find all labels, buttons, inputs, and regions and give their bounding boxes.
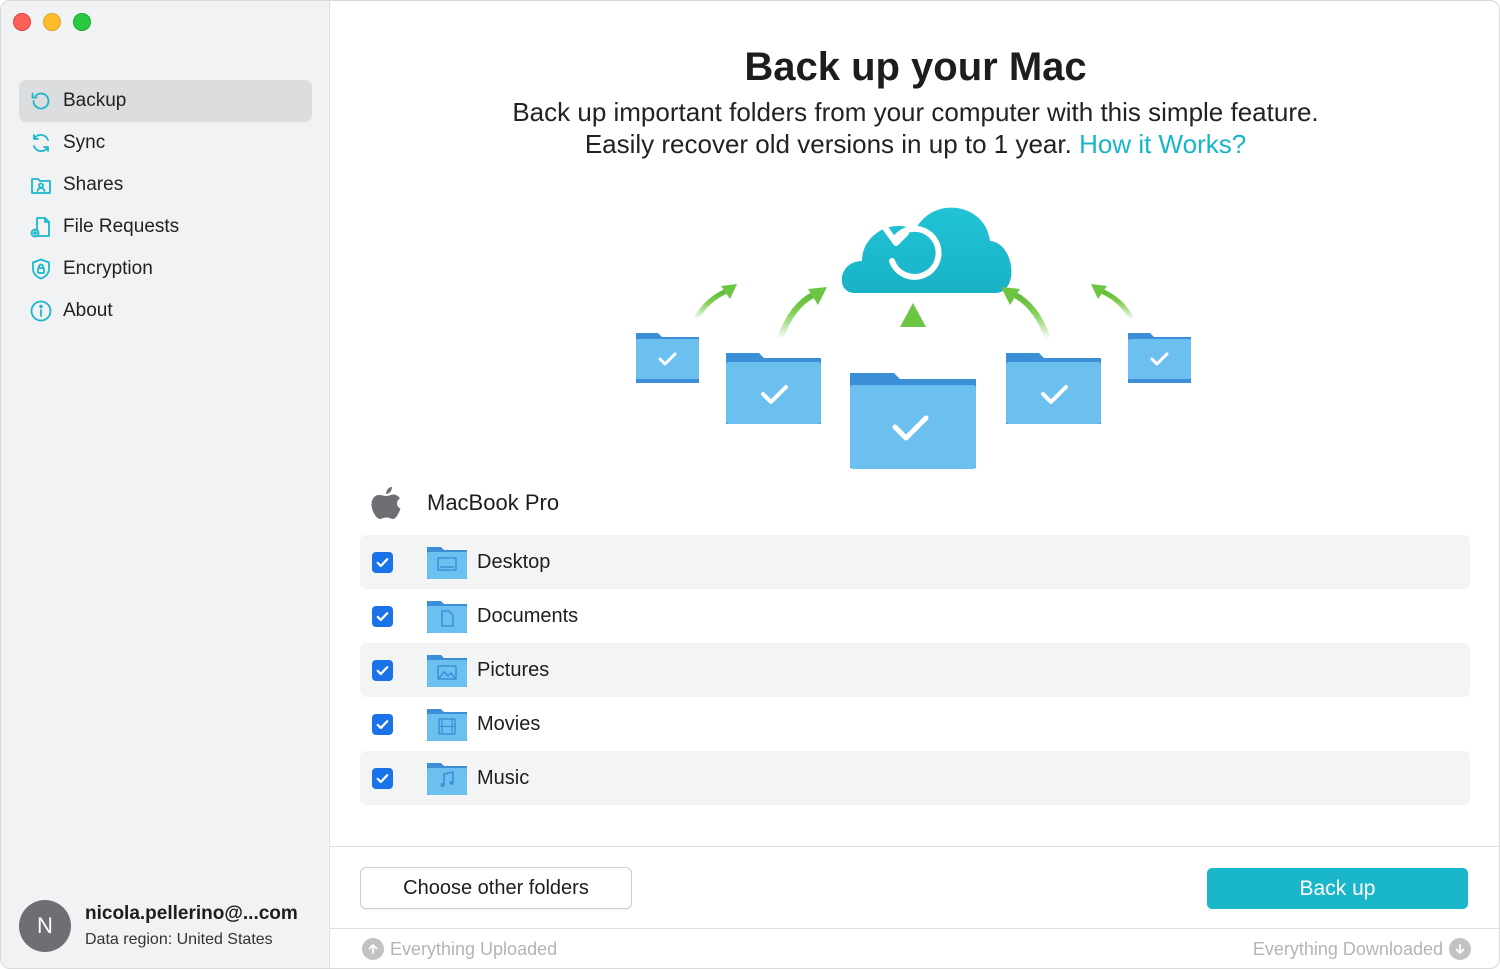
desktop-checkbox[interactable] — [372, 551, 393, 573]
folder-row-documents[interactable]: Documents — [360, 589, 1470, 643]
folder-list: Desktop Documents Pictures Movies Music — [360, 535, 1470, 805]
folder-label: Movies — [477, 712, 541, 735]
sidebar-item-backup[interactable]: Backup — [19, 80, 312, 122]
account-panel[interactable]: N nicola.pellerino@...com Data region: U… — [19, 900, 298, 952]
zoom-window-button[interactable] — [73, 13, 91, 31]
folder-illustration-small-left — [636, 333, 699, 383]
movies-folder-icon — [427, 709, 467, 741]
device-header: MacBook Pro — [370, 485, 559, 521]
backup-illustration — [636, 207, 1191, 469]
subtitle-line-1: Back up important folders from your comp… — [512, 97, 1319, 127]
pictures-checkbox[interactable] — [372, 659, 393, 681]
choose-other-folders-button[interactable]: Choose other folders — [360, 867, 632, 909]
documents-checkbox[interactable] — [372, 605, 393, 627]
folder-label: Desktop — [477, 550, 551, 573]
window-controls — [13, 13, 91, 31]
sidebar-item-label: About — [63, 300, 113, 321]
folder-illustration-mid-right — [1006, 353, 1101, 424]
folder-illustration-small-right — [1128, 333, 1191, 383]
music-checkbox[interactable] — [372, 767, 393, 789]
sync-icon — [29, 131, 53, 155]
sidebar-item-label: Sync — [63, 132, 106, 153]
back-up-button[interactable]: Back up — [1207, 868, 1468, 909]
backup-icon — [29, 89, 53, 113]
sidebar-item-sync[interactable]: Sync — [19, 122, 312, 164]
subtitle-line-2: Easily recover old versions in up to 1 y… — [330, 128, 1499, 160]
pictures-folder-icon — [427, 655, 467, 687]
close-window-button[interactable] — [13, 13, 31, 31]
folder-label: Documents — [477, 604, 579, 627]
sidebar-item-file-requests[interactable]: File Requests — [19, 206, 312, 248]
minimize-window-button[interactable] — [43, 13, 61, 31]
movies-checkbox[interactable] — [372, 713, 393, 735]
lock-shield-icon — [29, 257, 53, 281]
main-panel: Back up your Mac Back up important folde… — [330, 1, 1499, 968]
folder-row-music[interactable]: Music — [360, 751, 1470, 805]
upload-status: Everything Uploaded — [362, 938, 557, 960]
folder-label: Music — [477, 766, 530, 789]
cloud-icon — [841, 207, 1012, 293]
account-email: nicola.pellerino@...com — [85, 903, 298, 924]
subtitle-line-2-text: Easily recover old versions in up to 1 y… — [584, 129, 1072, 159]
download-arrow-icon — [1449, 938, 1471, 960]
device-name: MacBook Pro — [427, 490, 560, 515]
info-icon — [29, 299, 53, 323]
folder-illustration-center — [850, 373, 976, 469]
sidebar-item-label: Encryption — [63, 258, 153, 279]
sidebar-item-about[interactable]: About — [19, 290, 312, 332]
page-title: Back up your Mac — [744, 45, 1087, 89]
download-status: Everything Downloaded — [1253, 938, 1471, 960]
sidebar: Backup Sync Shares File Requests Encrypt… — [1, 1, 330, 968]
app-window: Backup Sync Shares File Requests Encrypt… — [0, 0, 1500, 969]
documents-folder-icon — [427, 601, 467, 633]
sidebar-item-label: File Requests — [63, 216, 180, 237]
sidebar-nav: Backup Sync Shares File Requests Encrypt… — [19, 80, 312, 332]
sidebar-item-label: Backup — [63, 90, 127, 111]
account-info: nicola.pellerino@...com Data region: Uni… — [85, 903, 298, 949]
upload-status-text: Everything Uploaded — [390, 938, 558, 959]
shares-icon — [29, 173, 53, 197]
apple-icon — [371, 487, 401, 519]
how-it-works-link[interactable]: How it Works? — [1079, 129, 1246, 159]
page-subtitle: Back up important folders from your comp… — [330, 96, 1499, 160]
sidebar-item-shares[interactable]: Shares — [19, 164, 312, 206]
folder-illustration-mid-left — [726, 353, 821, 424]
upload-arrow-icon — [362, 938, 384, 960]
footer-divider — [330, 846, 1499, 847]
avatar: N — [19, 900, 71, 952]
status-divider — [330, 928, 1499, 929]
sidebar-item-encryption[interactable]: Encryption — [19, 248, 312, 290]
folder-row-desktop[interactable]: Desktop — [360, 535, 1470, 589]
folder-row-pictures[interactable]: Pictures — [360, 643, 1470, 697]
download-status-text: Everything Downloaded — [1252, 938, 1443, 959]
data-region: Data region: United States — [85, 931, 273, 948]
music-folder-icon — [427, 763, 467, 795]
folder-label: Pictures — [477, 658, 550, 681]
folder-row-movies[interactable]: Movies — [360, 697, 1470, 751]
desktop-folder-icon — [427, 547, 467, 579]
file-request-icon — [29, 215, 53, 239]
sidebar-item-label: Shares — [63, 174, 124, 195]
